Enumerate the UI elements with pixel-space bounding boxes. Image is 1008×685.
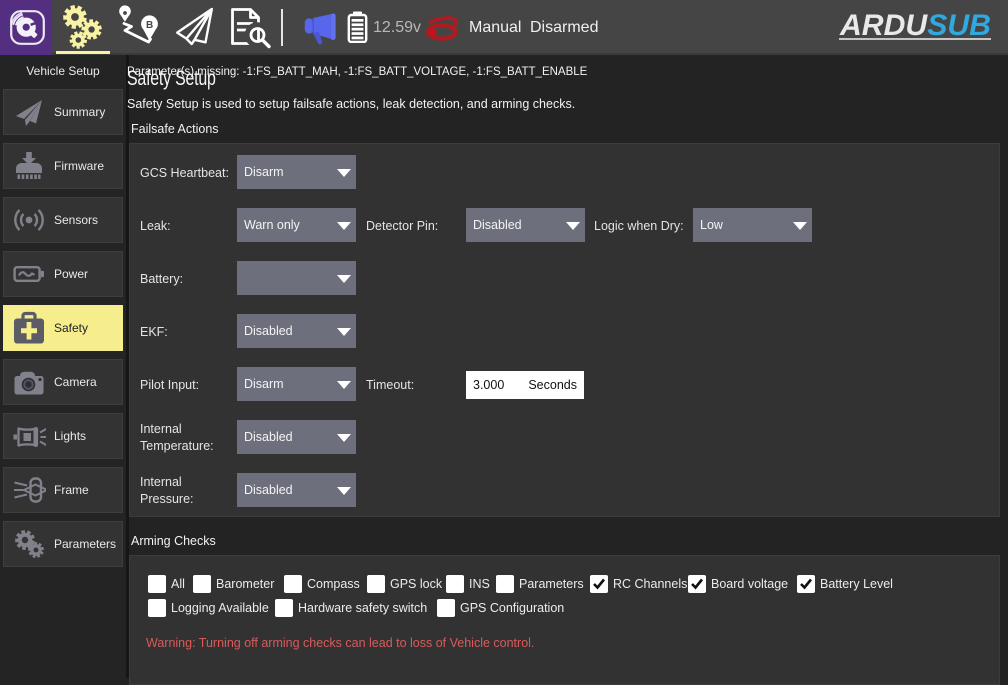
svg-text:ARDUSUB: ARDUSUB [839, 9, 991, 40]
svg-text:B: B [146, 20, 153, 31]
